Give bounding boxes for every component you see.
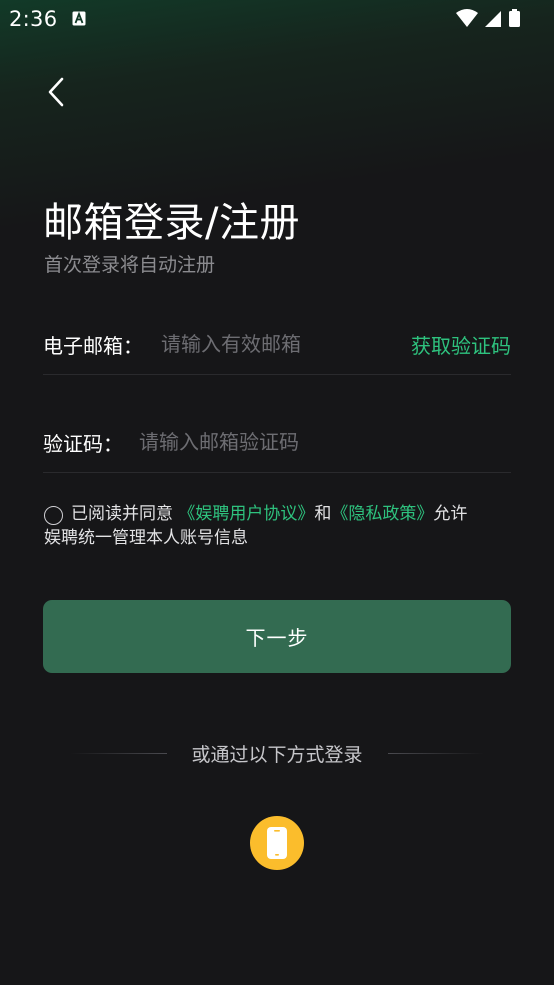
- get-code-button[interactable]: 获取验证码: [411, 330, 511, 359]
- agreement-prefix: 已阅读并同意: [71, 504, 173, 524]
- wifi-icon: [456, 9, 478, 27]
- font-a-icon: [72, 11, 86, 26]
- back-button[interactable]: [38, 72, 74, 112]
- agreement-line2: 娱聘统一管理本人账号信息: [44, 528, 248, 548]
- phone-icon: [267, 827, 287, 859]
- privacy-policy-link[interactable]: 《隐私政策》: [331, 504, 433, 524]
- page-title: 邮箱登录/注册: [43, 200, 300, 246]
- agreement: 已阅读并同意 《娱聘用户协议》和《隐私政策》允许 娱聘统一管理本人账号信息: [44, 502, 514, 550]
- email-input[interactable]: [161, 327, 391, 361]
- next-step-button[interactable]: 下一步: [43, 600, 511, 673]
- chevron-left-icon: [48, 77, 64, 107]
- status-time: 2:36: [9, 7, 58, 31]
- battery-icon: [509, 9, 520, 27]
- signal-icon: [485, 11, 501, 27]
- status-bar: 2:36: [0, 0, 554, 38]
- code-field-label: 验证码：: [43, 432, 123, 456]
- alt-login-divider: 或通过以下方式登录: [70, 740, 484, 766]
- user-agreement-link[interactable]: 《娱聘用户协议》: [178, 504, 314, 524]
- agreement-radio[interactable]: [44, 506, 63, 525]
- agreement-conjunction: 和: [314, 504, 332, 524]
- divider-line-right: [388, 753, 484, 754]
- page-subtitle: 首次登录将自动注册: [44, 254, 216, 276]
- agreement-text: 已阅读并同意 《娱聘用户协议》和《隐私政策》允许: [44, 502, 514, 526]
- code-field-row: 验证码：: [43, 413, 511, 473]
- phone-login-button[interactable]: [250, 816, 304, 870]
- status-icons: [456, 9, 520, 27]
- email-login-screen: 2:36 邮箱登录/注册 首次登录将自动注册 电子邮箱： 获取验证码: [0, 0, 554, 985]
- email-field-label: 电子邮箱：: [43, 334, 143, 358]
- email-field-row: 电子邮箱： 获取验证码: [43, 315, 511, 375]
- verification-code-input[interactable]: [139, 425, 439, 459]
- agreement-suffix: 允许: [433, 504, 468, 524]
